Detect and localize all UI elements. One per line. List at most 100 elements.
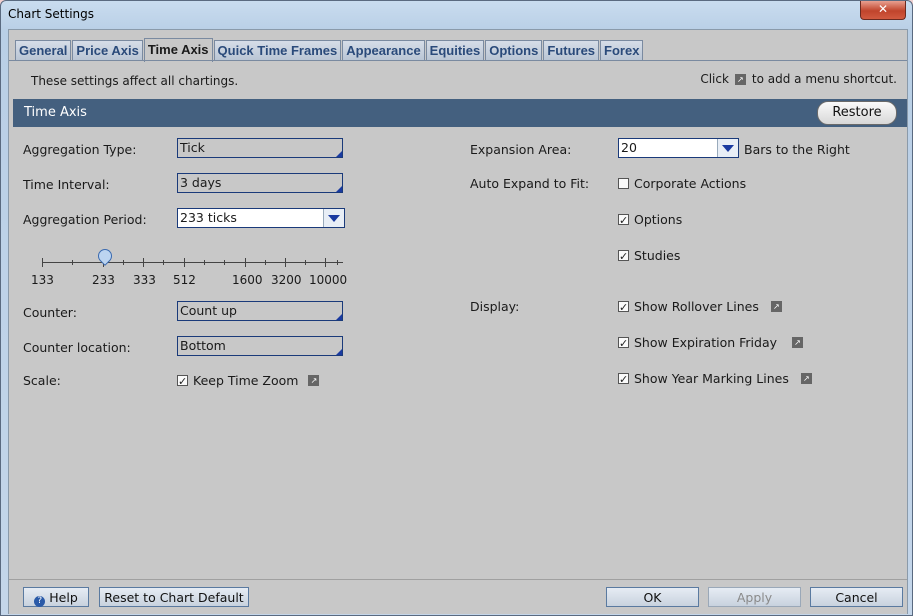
chevron-down-icon[interactable] bbox=[323, 209, 344, 227]
close-icon: ✕ bbox=[877, 2, 889, 16]
bars-to-right-label: Bars to the Right bbox=[744, 142, 850, 157]
year-marking-checkbox[interactable]: ✓ Show Year Marking Lines ↗ bbox=[618, 371, 818, 386]
checkbox-checked-icon[interactable]: ✓ bbox=[618, 373, 629, 385]
slider-tick bbox=[72, 260, 73, 265]
auto-expand-label: Auto Expand to Fit: bbox=[470, 176, 590, 191]
tab-quick-time-frames[interactable]: Quick Time Frames bbox=[213, 40, 342, 61]
aggregation-period-label: Aggregation Period: bbox=[23, 212, 147, 227]
slider-tick bbox=[123, 260, 124, 265]
keep-time-zoom-label: Keep Time Zoom bbox=[193, 373, 299, 388]
tab-equities[interactable]: Equities bbox=[425, 40, 485, 61]
counter-location-label: Counter location: bbox=[23, 340, 131, 355]
shortcut-icon[interactable]: ↗ bbox=[308, 375, 320, 386]
cancel-button[interactable]: Cancel bbox=[810, 587, 903, 607]
checkbox-checked-icon[interactable]: ✓ bbox=[618, 250, 629, 262]
slider-tick-label: 3200 bbox=[271, 273, 302, 287]
slider-tick bbox=[184, 258, 185, 267]
slider-tick bbox=[337, 260, 338, 265]
scale-label: Scale: bbox=[23, 373, 61, 388]
section-title: Time Axis bbox=[24, 105, 87, 120]
slider-tick bbox=[325, 258, 326, 267]
slider-tick-label: 133 bbox=[31, 273, 54, 287]
slider-tick bbox=[204, 260, 205, 265]
tab-bar: General Price Axis Time Axis Quick Time … bbox=[15, 38, 644, 62]
slider-tick bbox=[305, 260, 306, 265]
shortcut-icon[interactable]: ↗ bbox=[770, 301, 782, 312]
checkbox-checked-icon[interactable]: ✓ bbox=[618, 214, 629, 226]
shortcut-hint-prefix: Click bbox=[700, 72, 729, 86]
aggregation-period-select[interactable]: 233 ticks bbox=[177, 208, 345, 228]
aggregation-type-label: Aggregation Type: bbox=[23, 142, 137, 157]
checkbox-checked-icon[interactable]: ✓ bbox=[177, 375, 188, 387]
slider-tick-label: 333 bbox=[133, 273, 156, 287]
tab-forex[interactable]: Forex bbox=[600, 40, 644, 61]
shortcut-hint-suffix: to add a menu shortcut. bbox=[751, 72, 897, 86]
shortcut-icon[interactable]: ↗ bbox=[792, 337, 804, 348]
slider-tick bbox=[265, 260, 266, 265]
shortcut-icon: ↗ bbox=[734, 73, 746, 85]
slider-tick-label: 1600 bbox=[232, 273, 263, 287]
checkbox-unchecked-icon[interactable] bbox=[618, 178, 629, 189]
year-marking-label: Show Year Marking Lines bbox=[634, 371, 789, 386]
options-label: Options bbox=[634, 212, 683, 227]
slider-tick bbox=[143, 258, 144, 267]
checkbox-checked-icon[interactable]: ✓ bbox=[618, 337, 629, 349]
help-button[interactable]: ? Help bbox=[23, 587, 89, 607]
expiration-friday-label: Show Expiration Friday bbox=[634, 335, 778, 350]
close-button[interactable]: ✕ bbox=[860, 1, 906, 20]
time-interval-field[interactable]: 3 days bbox=[177, 173, 343, 193]
help-label: Help bbox=[49, 590, 78, 605]
tab-price-axis[interactable]: Price Axis bbox=[72, 40, 143, 61]
tab-general[interactable]: General bbox=[15, 40, 72, 61]
studies-label: Studies bbox=[634, 248, 681, 263]
rollover-lines-label: Show Rollover Lines bbox=[634, 299, 759, 314]
slider-tick bbox=[285, 258, 286, 267]
window-title: Chart Settings bbox=[8, 7, 95, 21]
button-bar: ? Help Reset to Chart Default OK Apply Ca… bbox=[9, 579, 907, 614]
tab-appearance[interactable]: Appearance bbox=[342, 40, 425, 61]
display-label: Display: bbox=[470, 299, 520, 314]
slider-tick-label: 233 bbox=[92, 273, 115, 287]
tab-time-axis[interactable]: Time Axis bbox=[143, 38, 213, 62]
expansion-area-value: 20 bbox=[621, 140, 637, 155]
options-checkbox[interactable]: ✓ Options bbox=[618, 212, 682, 227]
slider-tick bbox=[245, 258, 246, 267]
corporate-actions-checkbox[interactable]: Corporate Actions bbox=[618, 176, 746, 191]
tab-divider bbox=[9, 60, 907, 61]
slider-tick bbox=[224, 260, 225, 265]
corporate-actions-label: Corporate Actions bbox=[634, 176, 747, 191]
slider-tick-label: 512 bbox=[173, 273, 196, 287]
help-icon: ? bbox=[34, 596, 46, 607]
expansion-area-label: Expansion Area: bbox=[470, 142, 572, 157]
keep-time-zoom-checkbox[interactable]: ✓ Keep Time Zoom ↗ bbox=[177, 373, 325, 388]
slider-track bbox=[42, 262, 343, 263]
tab-options[interactable]: Options bbox=[485, 40, 543, 61]
apply-button[interactable]: Apply bbox=[708, 587, 801, 607]
slider-tick bbox=[163, 260, 164, 265]
section-header: Time Axis Restore bbox=[13, 99, 907, 127]
aggregation-period-value: 233 ticks bbox=[180, 210, 237, 225]
settings-note: These settings affect all chartings. bbox=[31, 74, 239, 88]
chevron-down-icon[interactable] bbox=[717, 139, 738, 157]
counter-label: Counter: bbox=[23, 305, 77, 320]
aggregation-type-field[interactable]: Tick bbox=[177, 138, 343, 158]
shortcut-icon[interactable]: ↗ bbox=[800, 373, 812, 384]
rollover-lines-checkbox[interactable]: ✓ Show Rollover Lines ↗ bbox=[618, 299, 788, 314]
chart-settings-dialog: Chart Settings ✕ General Price Axis Time… bbox=[0, 0, 913, 616]
expansion-area-select[interactable]: 20 bbox=[618, 138, 739, 158]
reset-to-default-button[interactable]: Reset to Chart Default bbox=[99, 587, 249, 607]
slider-tick bbox=[42, 258, 43, 267]
expiration-friday-checkbox[interactable]: ✓ Show Expiration Friday ↗ bbox=[618, 335, 809, 350]
counter-location-field[interactable]: Bottom bbox=[177, 336, 343, 356]
studies-checkbox[interactable]: ✓ Studies bbox=[618, 248, 680, 263]
dialog-client: General Price Axis Time Axis Quick Time … bbox=[8, 29, 908, 614]
slider-tick-label: 10000 bbox=[309, 273, 348, 287]
checkbox-checked-icon[interactable]: ✓ bbox=[618, 301, 629, 313]
time-interval-label: Time Interval: bbox=[23, 177, 110, 192]
counter-field[interactable]: Count up bbox=[177, 301, 343, 321]
ok-button[interactable]: OK bbox=[606, 587, 699, 607]
shortcut-hint: Click ↗ to add a menu shortcut. bbox=[700, 72, 897, 86]
restore-button[interactable]: Restore bbox=[817, 101, 897, 125]
title-bar: Chart Settings ✕ bbox=[1, 1, 912, 29]
tab-futures[interactable]: Futures bbox=[543, 40, 600, 61]
